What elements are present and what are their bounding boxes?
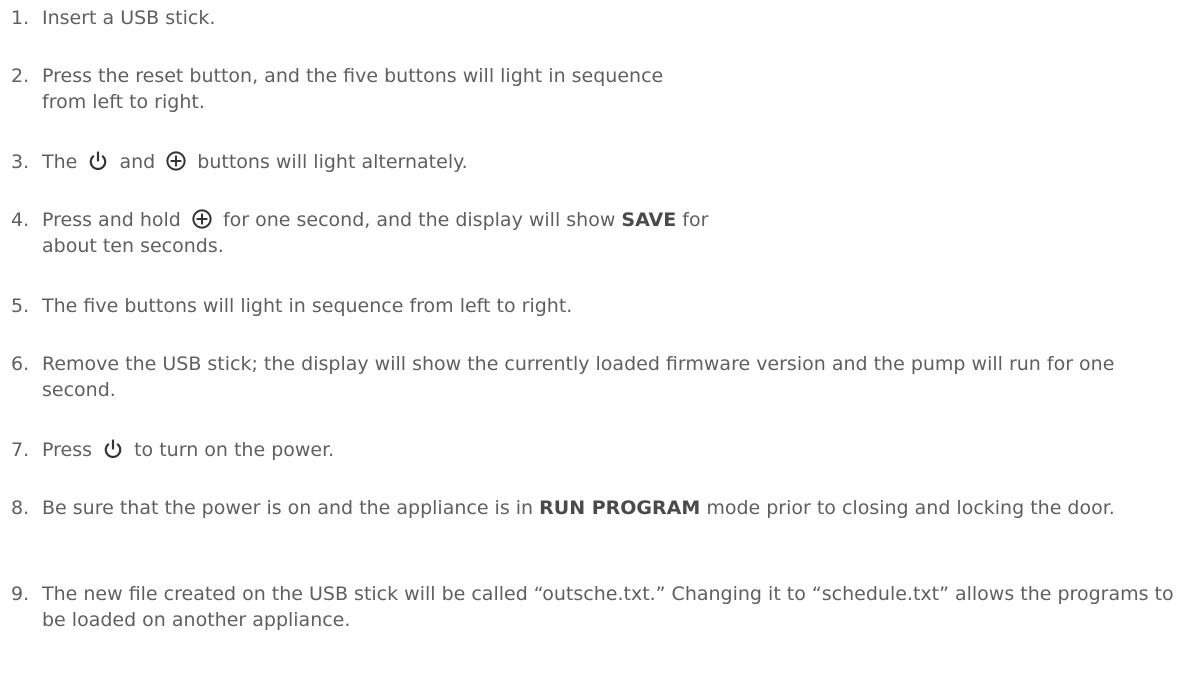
- step-text-post: mode prior to closing and locking the do…: [706, 497, 1115, 519]
- circle-plus-icon: [191, 208, 213, 230]
- step-9: 9. The new file created on the USB stick…: [11, 581, 1191, 633]
- step-number: 6.: [11, 353, 30, 375]
- power-icon: [87, 150, 109, 172]
- step-number: 2.: [11, 65, 30, 87]
- step-number: 8.: [11, 497, 30, 519]
- step-number: 5.: [11, 295, 30, 317]
- step-text-line-2: from left to right.: [42, 91, 205, 113]
- step-6: 6. Remove the USB stick; the display wil…: [11, 351, 1191, 403]
- step-number: 9.: [11, 583, 30, 605]
- step-text: Press and hold for one second, and the d…: [42, 207, 1191, 259]
- step-4: 4. Press and hold for one second, and th…: [11, 207, 1191, 259]
- circle-plus-icon: [165, 150, 187, 172]
- display-keyword: SAVE: [621, 209, 677, 231]
- step-text-post-2: for: [682, 209, 709, 231]
- step-text-post: to turn on the power.: [134, 439, 335, 461]
- step-text-line-2: about ten seconds.: [42, 235, 224, 257]
- step-text-pre: Be sure that the power is on and the app…: [42, 497, 534, 519]
- step-7: 7. Press to turn on the power.: [11, 437, 1191, 463]
- step-text-post: for one second, and the display will sho…: [222, 209, 616, 231]
- step-text: Insert a USB stick.: [42, 7, 216, 29]
- mode-keyword: RUN PROGRAM: [539, 497, 701, 519]
- step-text: Press to turn on the power.: [42, 437, 1191, 463]
- step-2: 2. Press the reset button, and the five …: [11, 63, 1191, 115]
- step-number: 7.: [11, 439, 30, 461]
- step-number: 4.: [11, 209, 30, 231]
- step-text: The five buttons will light in sequence …: [42, 295, 573, 317]
- step-5: 5. The five buttons will light in sequen…: [11, 293, 1191, 319]
- step-text-pre: Press and hold: [42, 209, 181, 231]
- step-text-pre: The: [42, 151, 78, 173]
- step-text-pre: Press: [42, 439, 93, 461]
- step-text-line-1: Press the reset button, and the five but…: [42, 65, 664, 87]
- step-text: Be sure that the power is on and the app…: [42, 495, 1191, 521]
- step-8: 8. Be sure that the power is on and the …: [11, 495, 1191, 521]
- power-icon: [102, 438, 124, 460]
- step-text: Press the reset button, and the five but…: [42, 63, 1191, 115]
- step-text: The and buttons will light alternately.: [42, 149, 1191, 175]
- step-text: The new file created on the USB stick wi…: [42, 583, 1174, 631]
- instructions-page: 1. Insert a USB stick. 2. Press the rese…: [0, 0, 1195, 698]
- step-number: 1.: [11, 7, 30, 29]
- step-1: 1. Insert a USB stick.: [11, 5, 1191, 31]
- step-3: 3. The and buttons will light alternatel…: [11, 149, 1191, 175]
- step-text-mid: and: [119, 151, 156, 173]
- step-text-post: buttons will light alternately.: [197, 151, 468, 173]
- step-text: Remove the USB stick; the display will s…: [42, 353, 1115, 401]
- step-number: 3.: [11, 151, 30, 173]
